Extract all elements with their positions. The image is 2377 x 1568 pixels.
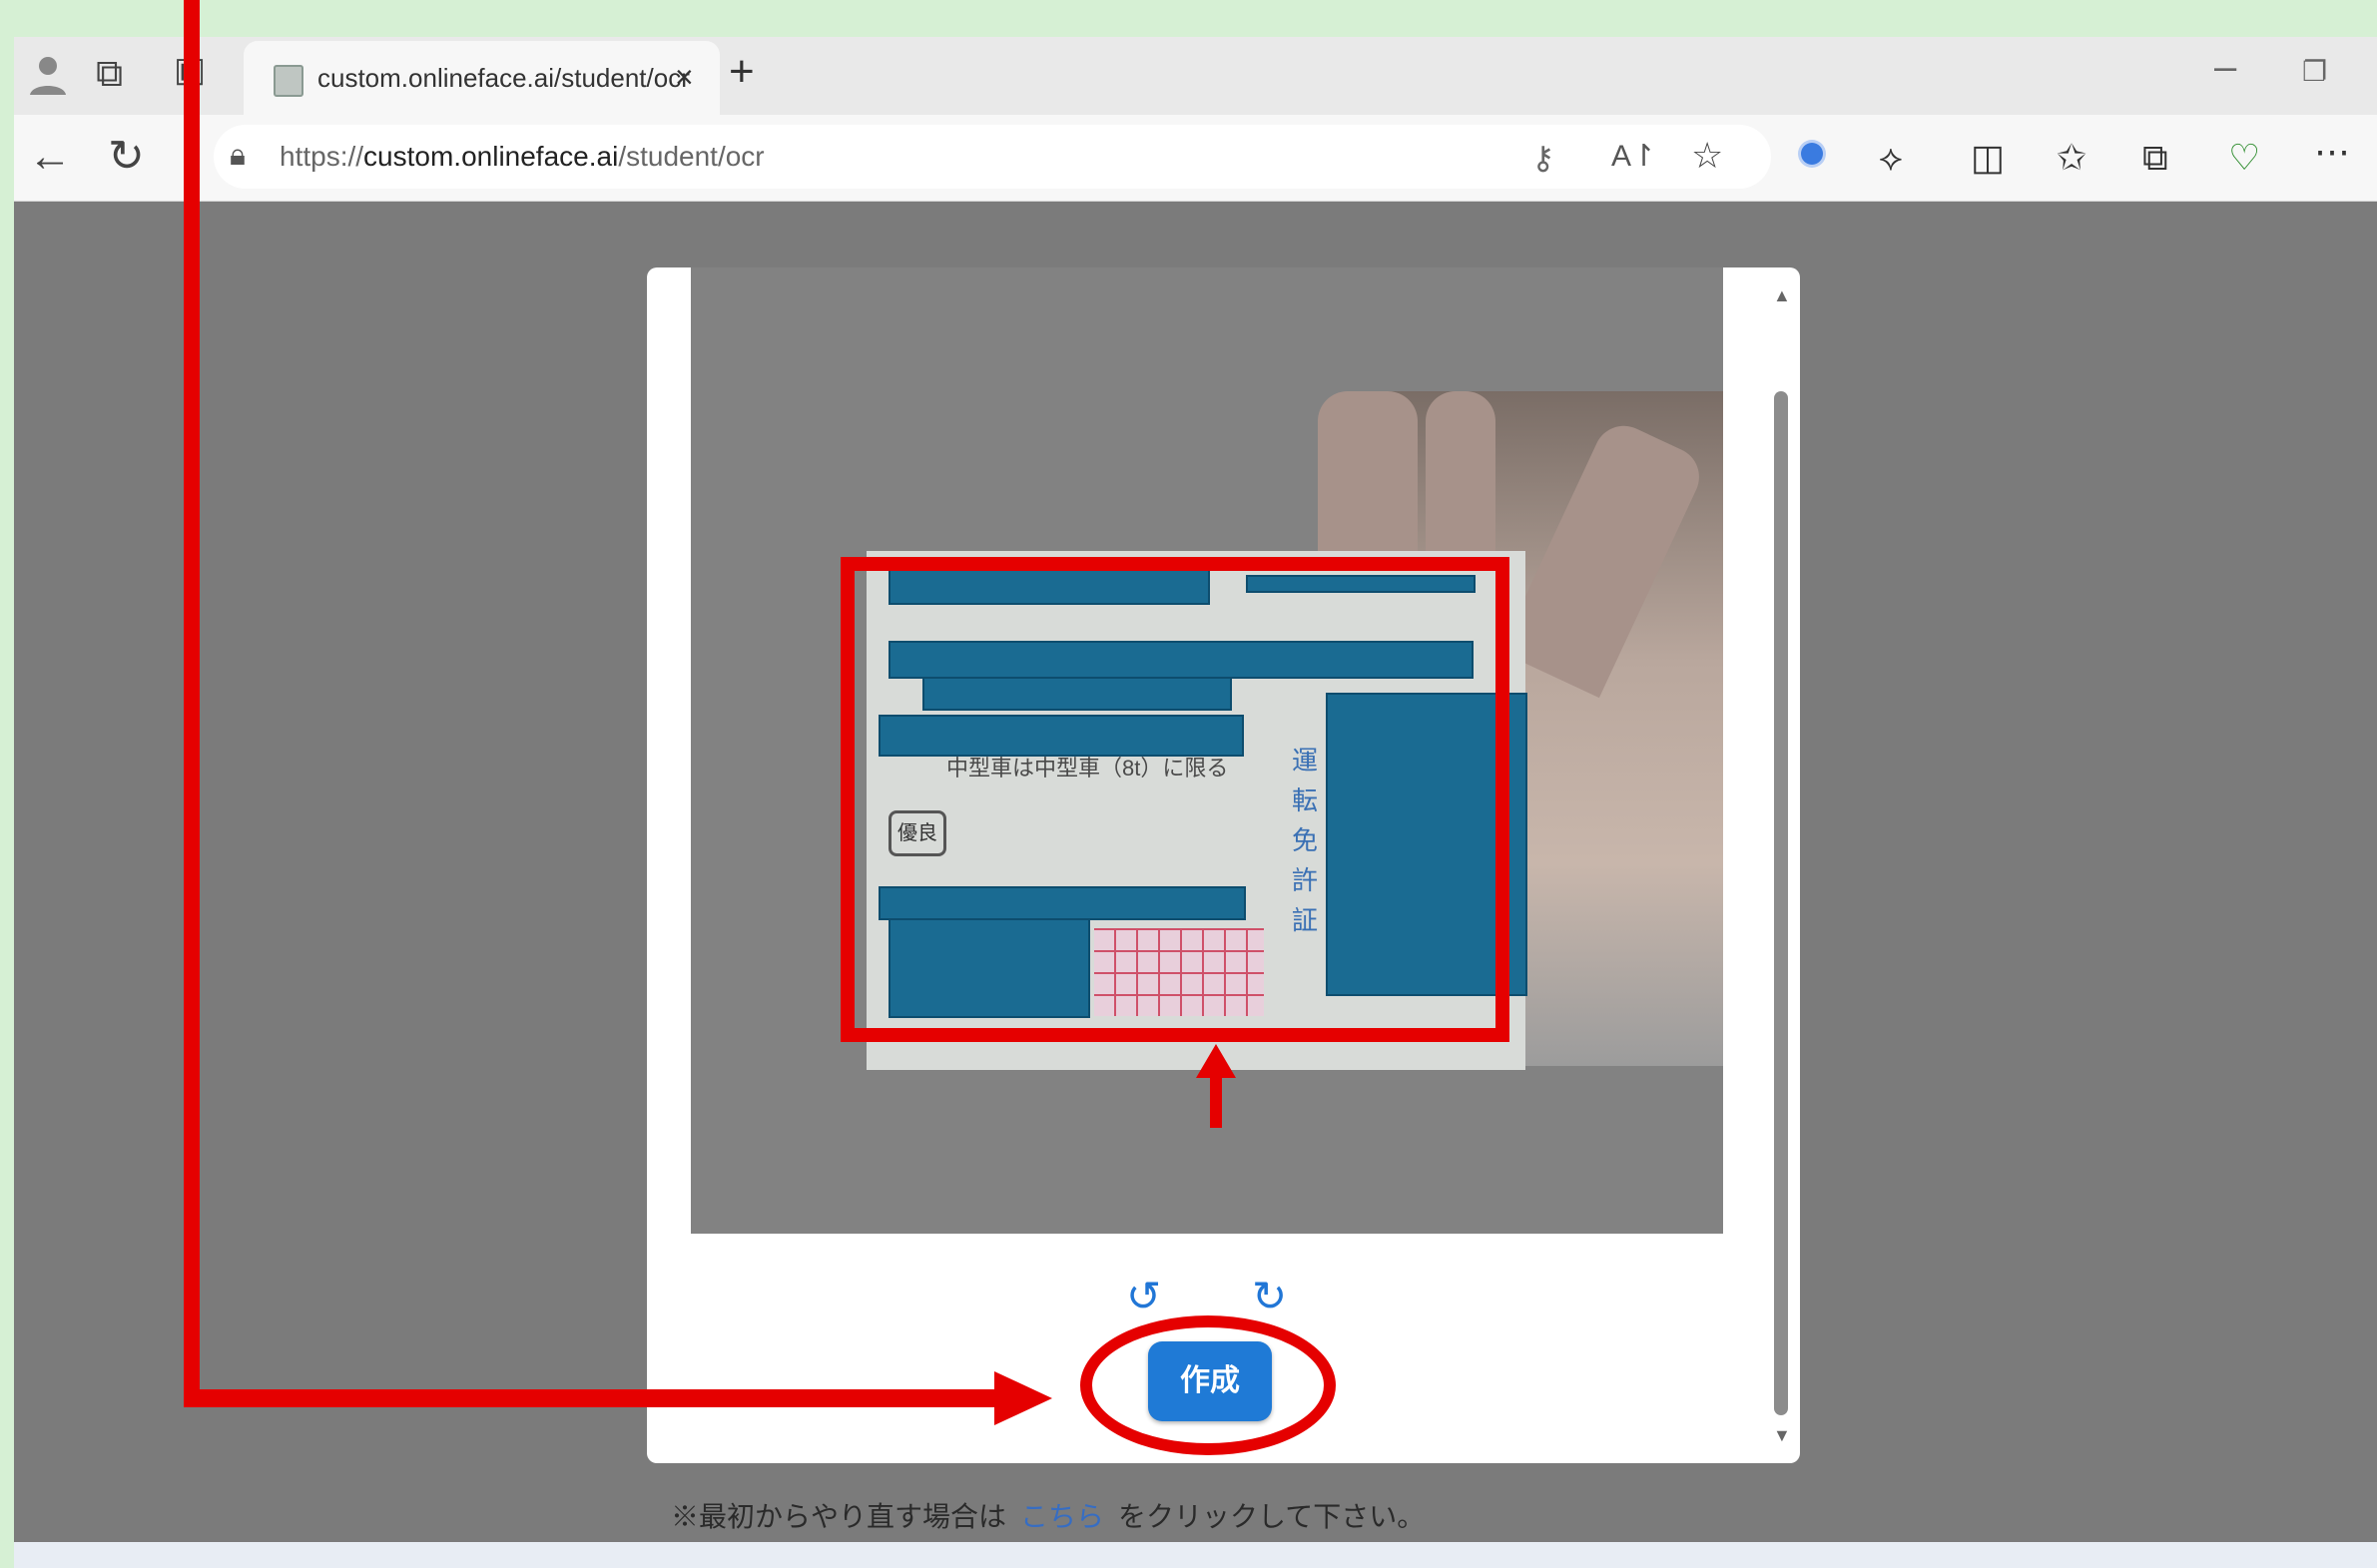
more-icon[interactable]: ⋯ — [2314, 131, 2350, 173]
collections-icon[interactable]: ⧉ — [2142, 137, 2168, 180]
tab-bar: ⧉ ▣ custom.onlineface.ai/student/ocr × +… — [14, 37, 2377, 115]
scrollbar-thumb[interactable] — [1774, 391, 1788, 1415]
back-icon[interactable]: ← — [28, 135, 72, 179]
restore-icon[interactable]: ❐ — [2302, 55, 2327, 88]
workspaces-icon[interactable]: ⧉ — [96, 55, 123, 93]
hint-text-before: ※最初からやり直す場合は — [671, 1501, 1007, 1532]
favorite-star-icon[interactable]: ☆ — [1691, 135, 1723, 177]
extensions-puzzle-icon[interactable]: ⟡ — [1879, 137, 1903, 180]
tab-close-icon[interactable]: × — [675, 59, 694, 96]
restart-link[interactable]: こちら — [1020, 1501, 1104, 1532]
ocr-dialog: 中型車は中型車（8t）に限る 優良 運転免許証 ▲ ▼ ↺ ↻ 作成 — [647, 267, 1800, 1463]
new-tab-button[interactable]: + — [729, 47, 755, 97]
annotation-right-arrow-icon — [994, 1371, 1052, 1425]
lock-icon[interactable]: 🔒︎ — [230, 139, 246, 173]
annotation-up-arrow-icon — [1196, 1044, 1236, 1128]
browser-essentials-icon[interactable]: ♡ — [2228, 137, 2260, 179]
reload-icon[interactable]: ↻ — [108, 135, 145, 179]
annotation-card-frame — [841, 557, 1509, 1042]
scroll-up-icon[interactable]: ▲ — [1773, 285, 1791, 306]
url-host: custom.onlineface.ai — [363, 141, 619, 172]
scroll-down-icon[interactable]: ▼ — [1773, 1425, 1791, 1446]
restart-hint: ※最初からやり直す場合は こちら をクリックして下さい。 — [671, 1495, 1425, 1535]
favorites-icon[interactable]: ✩ — [2057, 137, 2086, 179]
tab-favicon-icon — [274, 65, 303, 97]
split-screen-icon[interactable]: ◫ — [1971, 137, 2005, 179]
annotation-vertical-line — [184, 0, 200, 1407]
bottom-strip — [14, 1542, 2377, 1568]
read-aloud-icon[interactable]: A↾ — [1611, 139, 1656, 174]
rotate-left-icon[interactable]: ↺ — [1126, 1272, 1161, 1320]
annotation-button-circle — [1080, 1315, 1336, 1455]
extension-icon[interactable] — [1801, 143, 1823, 165]
minimize-icon[interactable]: – — [2214, 45, 2236, 90]
url-prefix: https:// — [280, 141, 364, 172]
rotate-right-icon[interactable]: ↻ — [1252, 1272, 1287, 1320]
tab-title: custom.onlineface.ai/student/ocr — [317, 63, 690, 93]
key-icon[interactable]: ⚷ — [1531, 139, 1554, 177]
annotation-horizontal-line — [184, 1389, 1012, 1407]
url-text[interactable]: https://custom.onlineface.ai/student/ocr — [280, 141, 765, 173]
url-path: /student/ocr — [618, 141, 765, 172]
hint-text-after: をクリックして下さい。 — [1118, 1501, 1426, 1532]
tab-active[interactable]: custom.onlineface.ai/student/ocr × — [244, 41, 720, 115]
camera-preview: 中型車は中型車（8t）に限る 優良 運転免許証 — [691, 267, 1723, 1234]
browser-toolbar: ← ↻ 🔒︎ https://custom.onlineface.ai/stud… — [14, 115, 2377, 202]
profile-icon[interactable] — [22, 49, 74, 101]
address-bar[interactable]: 🔒︎ https://custom.onlineface.ai/student/… — [214, 125, 1771, 189]
